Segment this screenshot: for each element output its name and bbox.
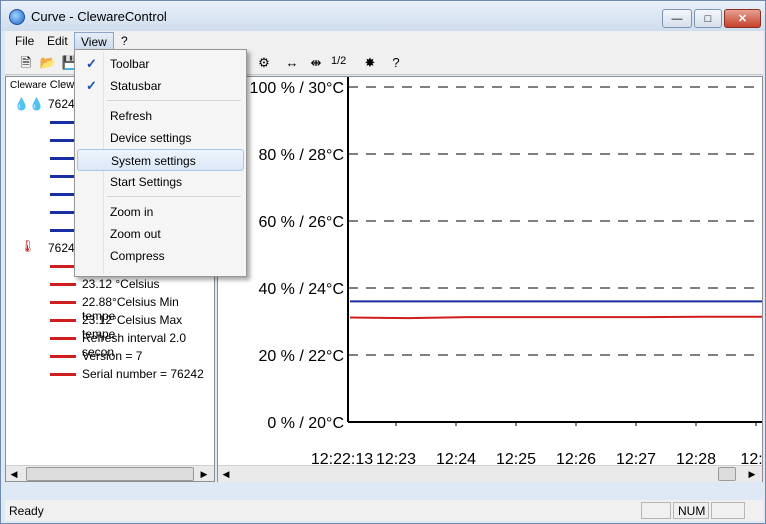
chart-pane[interactable]: 100 % / 30°C 80 % / 28°C 60 % / 26°C 40 % /… <box>217 76 763 482</box>
humidity-device-node[interactable]: 💧💧 76242 <box>14 97 81 115</box>
x-tick-label: 12:26 <box>556 451 596 465</box>
series-line-blue <box>50 157 76 160</box>
cleware-logo: Cleware <box>10 80 47 91</box>
chart-hscrollbar[interactable]: ◀ ▶ <box>218 465 762 482</box>
series-line-red <box>50 337 76 340</box>
y-tick-label: 100 % / 30°C <box>250 80 344 97</box>
app-window: Curve - ClewareControl — □ ✕ File Edit V… <box>0 0 766 524</box>
menu-item-statusbar[interactable]: ✓ Statusbar <box>77 75 244 97</box>
temp-current: 23.12 °Celsius <box>82 277 160 291</box>
window-title: Curve - ClewareControl <box>31 9 167 24</box>
series-line-blue <box>50 211 76 214</box>
minimize-icon: — <box>671 12 683 25</box>
series-line-blue <box>50 193 76 196</box>
tree-hscrollbar[interactable]: ◀ ▶ <box>6 465 214 481</box>
view-menu-dropdown: ✓ Toolbar ✓ Statusbar Refresh Device set… <box>74 49 247 277</box>
series-line-red <box>50 319 76 322</box>
title-bar[interactable]: Curve - ClewareControl — □ ✕ <box>1 1 765 31</box>
chart-scroll-right-icon[interactable]: ▶ <box>744 466 760 482</box>
menu-item-toolbar[interactable]: ✓ Toolbar <box>77 53 244 75</box>
y-tick-label: 0 % / 20°C <box>267 415 344 432</box>
status-text: Ready <box>9 504 44 518</box>
menu-item-zoom-out[interactable]: Zoom out <box>77 223 244 245</box>
menu-item-label: Statusbar <box>110 79 162 93</box>
y-tick-label: 40 % / 24°C <box>258 281 344 298</box>
menu-help[interactable]: ? <box>115 32 134 50</box>
close-icon: ✕ <box>737 13 748 25</box>
num-lock-indicator: NUM <box>673 502 709 519</box>
series-line-red <box>50 301 76 304</box>
menu-item-zoom-in[interactable]: Zoom in <box>77 201 244 223</box>
maximize-button[interactable]: □ <box>694 9 722 28</box>
tree-scroll-thumb[interactable] <box>26 467 194 481</box>
menu-separator <box>107 196 241 197</box>
scroll-right-icon[interactable]: ▶ <box>196 466 212 481</box>
y-tick-label: 60 % / 26°C <box>258 214 344 231</box>
menu-edit[interactable]: Edit <box>41 32 74 50</box>
app-icon <box>9 9 25 25</box>
menu-item-refresh[interactable]: Refresh <box>77 105 244 127</box>
menu-item-label: Refresh <box>110 109 153 123</box>
minimize-button[interactable]: — <box>662 9 692 28</box>
open-folder-icon[interactable]: 📂 <box>39 54 57 72</box>
series-line-blue <box>50 175 76 178</box>
expand-horizontal-icon[interactable]: ↔ <box>283 54 301 72</box>
status-bar: Ready NUM <box>5 500 763 521</box>
settings-gears-icon[interactable]: ⚙ <box>255 54 273 72</box>
thermometer-icon: 🌡 <box>20 239 36 253</box>
menu-item-device-settings[interactable]: Device settings <box>77 127 244 149</box>
check-icon: ✓ <box>86 56 97 71</box>
half-scale-button[interactable]: 1/2 <box>331 55 346 67</box>
series-line-blue <box>50 121 76 124</box>
series-line-red <box>50 355 76 358</box>
menu-item-start-settings[interactable]: Start Settings <box>77 171 244 193</box>
check-icon: ✓ <box>86 78 97 93</box>
close-button[interactable]: ✕ <box>724 9 761 28</box>
x-tick-label: 12:23 <box>376 451 416 465</box>
x-tick-label: 12:28 <box>676 451 716 465</box>
x-tick-label: 12:2 <box>740 451 762 465</box>
menu-bar: File Edit View ? <box>5 31 763 51</box>
help-icon[interactable]: ? <box>387 54 405 72</box>
chart-scroll-left-icon[interactable]: ◀ <box>218 466 234 482</box>
series-line-blue <box>50 139 76 142</box>
menu-item-label: Device settings <box>110 131 192 145</box>
x-tick-label: 12:27 <box>616 451 656 465</box>
series-line-red <box>50 283 76 286</box>
scroll-left-icon[interactable]: ◀ <box>6 466 22 481</box>
serial-number: Serial number = 76242 <box>82 367 204 381</box>
x-tick-label: 12:25 <box>496 451 536 465</box>
y-tick-label: 20 % / 22°C <box>258 348 344 365</box>
x-tick-label: 12:22:13 <box>311 451 373 465</box>
menu-file[interactable]: File <box>9 32 40 50</box>
menu-item-label: Compress <box>110 249 165 263</box>
menu-item-compress[interactable]: Compress <box>77 245 244 267</box>
y-tick-label: 80 % / 28°C <box>258 147 344 164</box>
menu-item-label: Start Settings <box>110 175 183 189</box>
series-line <box>349 315 762 320</box>
temperature-device-node[interactable]: 🌡 76242 <box>20 239 81 257</box>
series-line-red <box>50 265 76 268</box>
water-drops-icon: 💧💧 <box>14 97 44 111</box>
menu-item-label: Zoom in <box>110 205 154 219</box>
status-pane-empty <box>641 502 671 519</box>
compress-horizontal-icon[interactable]: ⇼ <box>307 54 325 72</box>
status-pane-empty <box>711 502 745 519</box>
series-line-blue <box>50 229 76 232</box>
menu-view[interactable]: View <box>74 32 114 50</box>
menu-item-label: Zoom out <box>110 227 161 241</box>
version: Version = 7 <box>82 349 143 363</box>
menu-item-system-settings[interactable]: System settings <box>77 149 244 171</box>
clear-icon[interactable]: ✸ <box>361 54 379 72</box>
menu-separator <box>107 100 241 101</box>
new-file-icon[interactable]: 🗎 <box>17 54 35 72</box>
series-line-red <box>50 373 76 376</box>
chart-scroll-thumb[interactable] <box>718 467 736 481</box>
maximize-icon: □ <box>704 12 712 25</box>
curve-chart: 100 % / 30°C 80 % / 28°C 60 % / 26°C 40 % /… <box>250 77 762 465</box>
x-tick-label: 12:24 <box>436 451 476 465</box>
menu-item-label: Toolbar <box>110 57 150 71</box>
menu-item-label: System settings <box>111 154 196 168</box>
